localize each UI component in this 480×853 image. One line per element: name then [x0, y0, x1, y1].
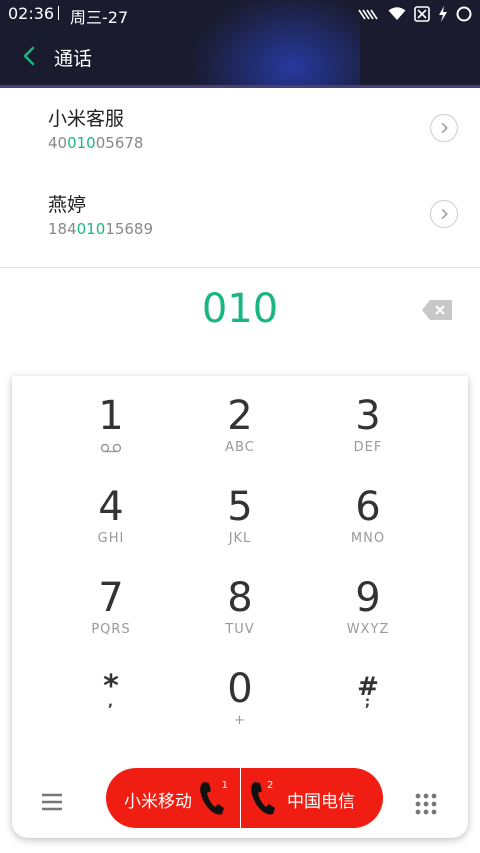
status-date: 周三-27: [70, 8, 129, 27]
key-1[interactable]: 1: [46, 394, 176, 474]
match-highlight: 010: [67, 134, 96, 152]
key-3[interactable]: 3 DEF: [303, 394, 433, 474]
contact-results: 小米客服 4001005678 燕婷 18401015689: [0, 88, 480, 260]
charging-icon: [439, 6, 447, 22]
key-8[interactable]: 8 TUV: [175, 576, 305, 656]
backspace-icon[interactable]: [422, 300, 452, 320]
key-0[interactable]: 0 +: [175, 667, 305, 747]
match-highlight: 010: [76, 220, 106, 238]
key-4[interactable]: 4 GHI: [46, 485, 176, 565]
menu-icon[interactable]: [40, 790, 64, 814]
status-separator: [58, 6, 59, 20]
call-sim2-button[interactable]: 2 中国电信: [241, 768, 383, 828]
key-star[interactable]: * ,: [46, 667, 176, 747]
key-hash[interactable]: # ;: [303, 667, 433, 747]
contact-number: 18401015689: [48, 220, 153, 238]
header-wallpaper: [190, 0, 360, 88]
sim1-number: 1: [221, 780, 228, 791]
header: 02:36 周三-27 通话: [0, 0, 480, 88]
call-sim2-label: 中国电信: [287, 792, 355, 812]
battery-ring-icon: [456, 6, 472, 22]
back-icon[interactable]: [18, 44, 42, 68]
contact-number: 4001005678: [48, 134, 144, 152]
key-9[interactable]: 9 WXYZ: [303, 576, 433, 656]
key-5[interactable]: 5 JKL: [175, 485, 305, 565]
call-sim1-label: 小米移动: [124, 792, 192, 812]
key-7[interactable]: 7 PQRS: [46, 576, 176, 656]
divider: [0, 267, 480, 268]
contact-name: 小米客服: [48, 108, 125, 130]
contact-row[interactable]: 小米客服 4001005678: [0, 88, 480, 174]
sim2-number: 2: [267, 780, 274, 791]
contact-name: 燕婷: [48, 194, 87, 216]
signal-icon: [358, 9, 378, 20]
dialed-number: 010: [201, 286, 279, 332]
call-sim1-button[interactable]: 小米移动 1: [106, 768, 240, 828]
keypad-panel: 1 2 ABC 3 DEF 4 GHI 5 JKL 6 MNO 7 PQRS 8…: [12, 376, 468, 838]
wifi-icon: [388, 7, 406, 20]
status-time: 02:36: [8, 4, 55, 23]
no-sim-icon: [414, 6, 430, 22]
phone-icon: [251, 782, 275, 815]
voicemail-icon: [100, 443, 122, 453]
chevron-right-icon[interactable]: [430, 114, 458, 142]
status-icons: [358, 4, 472, 24]
chevron-right-icon[interactable]: [430, 200, 458, 228]
page-title: 通话: [54, 48, 93, 70]
keypad-toggle-icon[interactable]: [414, 792, 438, 816]
contact-row[interactable]: 燕婷 18401015689: [0, 174, 480, 260]
key-2[interactable]: 2 ABC: [175, 394, 305, 474]
key-6[interactable]: 6 MNO: [303, 485, 433, 565]
